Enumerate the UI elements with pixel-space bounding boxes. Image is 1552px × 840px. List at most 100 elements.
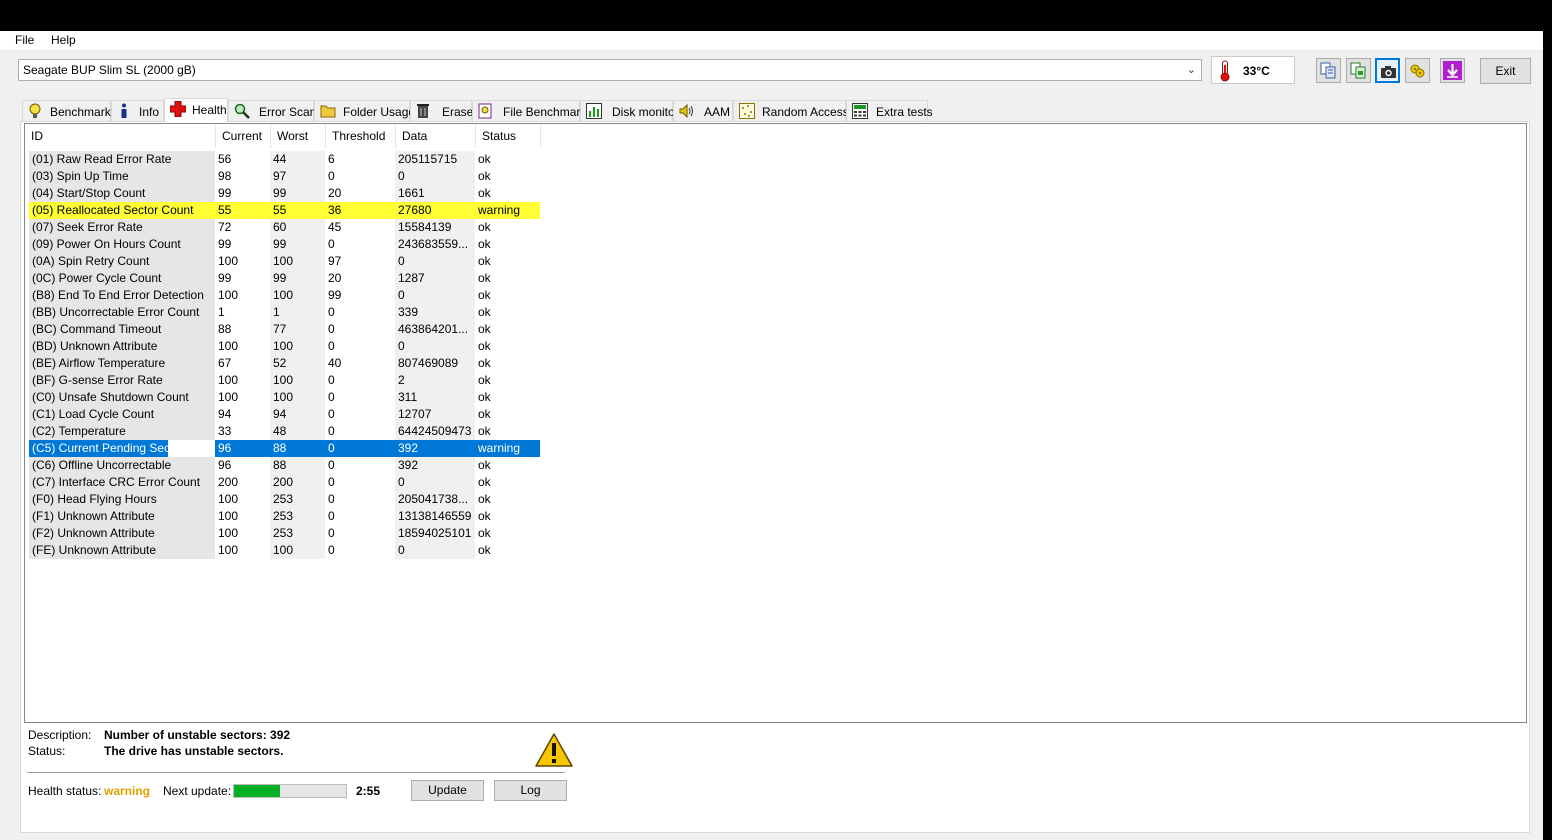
- folder-icon: [320, 103, 336, 122]
- cell-current: 100: [218, 390, 239, 404]
- cell-status: ok: [478, 492, 491, 506]
- cell-threshold: 0: [328, 169, 335, 183]
- tab-disk-monitor[interactable]: Disk monitor: [580, 100, 679, 121]
- cell-data: 0: [395, 253, 475, 270]
- menu-file[interactable]: File: [15, 33, 34, 47]
- drive-select[interactable]: Seagate BUP Slim SL (2000 gB) ⌄: [18, 59, 1202, 81]
- column-header-data[interactable]: Data: [396, 124, 476, 148]
- table-row[interactable]: (C0) Unsafe Shutdown Count 100 100 0 311 ok: [29, 389, 542, 406]
- cell-worst: 88: [270, 457, 325, 474]
- cell-data: 0: [395, 542, 475, 559]
- table-row[interactable]: (09) Power On Hours Count 99 99 0 243683559.…: [29, 236, 542, 253]
- column-header-id[interactable]: ID: [25, 124, 216, 148]
- update-button[interactable]: Update: [411, 780, 484, 801]
- table-row[interactable]: (BC) Command Timeout 88 77 0 463864201... ok: [29, 321, 542, 338]
- cell-id: (0C) Power Cycle Count: [29, 270, 215, 287]
- cell-threshold: 97: [328, 254, 342, 268]
- tab-aam[interactable]: AAM: [673, 100, 733, 121]
- table-row[interactable]: (0A) Spin Retry Count 100 100 97 0 ok: [29, 253, 542, 270]
- table-row[interactable]: (01) Raw Read Error Rate 56 44 6 205115715 ok: [29, 151, 542, 168]
- tab-label: Health: [192, 103, 227, 117]
- cell-data: 1287: [395, 270, 475, 287]
- column-header-worst[interactable]: Worst: [271, 124, 326, 148]
- table-row[interactable]: (C6) Offline Uncorrectable 96 88 0 392 ok: [29, 457, 542, 474]
- cell-data: 205041738...: [395, 491, 475, 508]
- tab-folder-usage[interactable]: Folder Usage: [314, 100, 415, 122]
- table-row[interactable]: (F0) Head Flying Hours 100 253 0 205041738..…: [29, 491, 542, 508]
- table-row[interactable]: (0C) Power Cycle Count 99 99 20 1287 ok: [29, 270, 542, 287]
- cell-status: ok: [478, 373, 491, 387]
- tab-label: File Benchmark: [503, 105, 587, 119]
- cell-current: 100: [218, 288, 239, 302]
- table-row[interactable]: (F1) Unknown Attribute 100 253 0 13138146559…: [29, 508, 542, 525]
- log-button[interactable]: Log: [494, 780, 567, 801]
- cell-status: ok: [478, 339, 491, 353]
- trash-icon: [416, 103, 430, 122]
- table-row[interactable]: (BB) Uncorrectable Error Count 1 1 0 339 ok: [29, 304, 542, 321]
- cell-data: 12707: [395, 406, 475, 423]
- chevron-down-icon[interactable]: ⌄: [1187, 63, 1196, 76]
- table-row[interactable]: (05) Reallocated Sector Count 55 55 36 27680…: [29, 202, 542, 219]
- table-row[interactable]: (C1) Load Cycle Count 94 94 0 12707 ok: [29, 406, 542, 423]
- column-header-status[interactable]: Status: [476, 124, 541, 148]
- menu-help[interactable]: Help: [51, 33, 76, 47]
- copy-text-button[interactable]: [1316, 58, 1341, 83]
- table-row[interactable]: (C2) Temperature 33 48 0 64424509473 ok: [29, 423, 542, 440]
- cell-current: 100: [218, 492, 239, 506]
- tab-random-access[interactable]: Random Access: [733, 100, 849, 121]
- column-header-threshold[interactable]: Threshold: [326, 124, 396, 148]
- table-row[interactable]: (BE) Airflow Temperature 67 52 40 807469089 o…: [29, 355, 542, 372]
- table-row[interactable]: (03) Spin Up Time 98 97 0 0 ok: [29, 168, 542, 185]
- tab-error-scan[interactable]: Error Scan: [228, 100, 317, 122]
- cell-threshold: 0: [328, 237, 335, 251]
- options-button[interactable]: [1405, 58, 1430, 83]
- tab-health[interactable]: Health: [164, 98, 228, 122]
- table-row[interactable]: (FE) Unknown Attribute 100 100 0 0 ok: [29, 542, 542, 559]
- separator: [27, 772, 565, 773]
- cell-current: 100: [218, 543, 239, 557]
- cell-id: (01) Raw Read Error Rate: [29, 151, 215, 168]
- cell-current: 96: [218, 458, 232, 472]
- table-row[interactable]: (F2) Unknown Attribute 100 253 0 18594025101…: [29, 525, 542, 542]
- cell-id: (F0) Head Flying Hours: [29, 491, 215, 508]
- cell-worst: 100: [270, 253, 325, 270]
- table-row[interactable]: (BD) Unknown Attribute 100 100 0 0 ok: [29, 338, 542, 355]
- download-button[interactable]: [1440, 58, 1465, 83]
- table-row[interactable]: (B8) End To End Error Detection 100 100 99 0…: [29, 287, 542, 304]
- table-row[interactable]: (C7) Interface CRC Error Count 200 200 0 0 ok: [29, 474, 542, 491]
- smart-attributes-table[interactable]: ID Current Worst Threshold Data Status (…: [24, 123, 1527, 723]
- table-row[interactable]: (C5) Current Pending Sector 96880392warni…: [29, 440, 542, 457]
- cell-threshold: 0: [328, 373, 335, 387]
- exit-button[interactable]: Exit: [1480, 58, 1531, 84]
- tab-benchmark[interactable]: Benchmark: [22, 100, 111, 121]
- tab-info[interactable]: Info: [111, 100, 164, 121]
- cell-threshold: 20: [328, 186, 342, 200]
- table-row[interactable]: (BF) G-sense Error Rate 100 100 0 2 ok: [29, 372, 542, 389]
- cell-threshold: 0: [328, 305, 335, 319]
- cell-data: 15584139: [395, 219, 475, 236]
- tab-erase[interactable]: Erase: [410, 100, 474, 122]
- cell-id: (C7) Interface CRC Error Count: [29, 474, 215, 491]
- copy-image-button[interactable]: [1346, 58, 1371, 83]
- cell-worst: 253: [270, 525, 325, 542]
- tab-extra-tests[interactable]: Extra tests: [846, 100, 933, 121]
- cell-worst: 100: [270, 338, 325, 355]
- cell-current: 98: [218, 169, 232, 183]
- tab-label: Error Scan: [259, 105, 317, 119]
- tab-label: Erase: [442, 105, 474, 119]
- table-row[interactable]: (07) Seek Error Rate 72 60 45 15584139 ok: [29, 219, 542, 236]
- cell-worst: 100: [270, 542, 325, 559]
- cell-worst: 44: [270, 151, 325, 168]
- description-value: Number of unstable sectors: 392: [104, 728, 291, 742]
- cell-worst: 253: [270, 508, 325, 525]
- magnifier-icon: [234, 103, 250, 122]
- copy-green-icon: [1350, 62, 1366, 79]
- cell-worst: 55: [270, 202, 325, 219]
- screenshot-button[interactable]: [1375, 58, 1400, 83]
- column-header-current[interactable]: Current: [216, 124, 271, 148]
- tab-file-benchmark[interactable]: File Benchmark: [472, 100, 586, 121]
- cell-threshold: 0: [328, 458, 335, 472]
- table-row[interactable]: (04) Start/Stop Count 99 99 20 1661 ok: [29, 185, 542, 202]
- cell-current: 100: [218, 254, 239, 268]
- app-window: File Help Seagate BUP Slim SL (2000 gB) …: [0, 31, 1543, 840]
